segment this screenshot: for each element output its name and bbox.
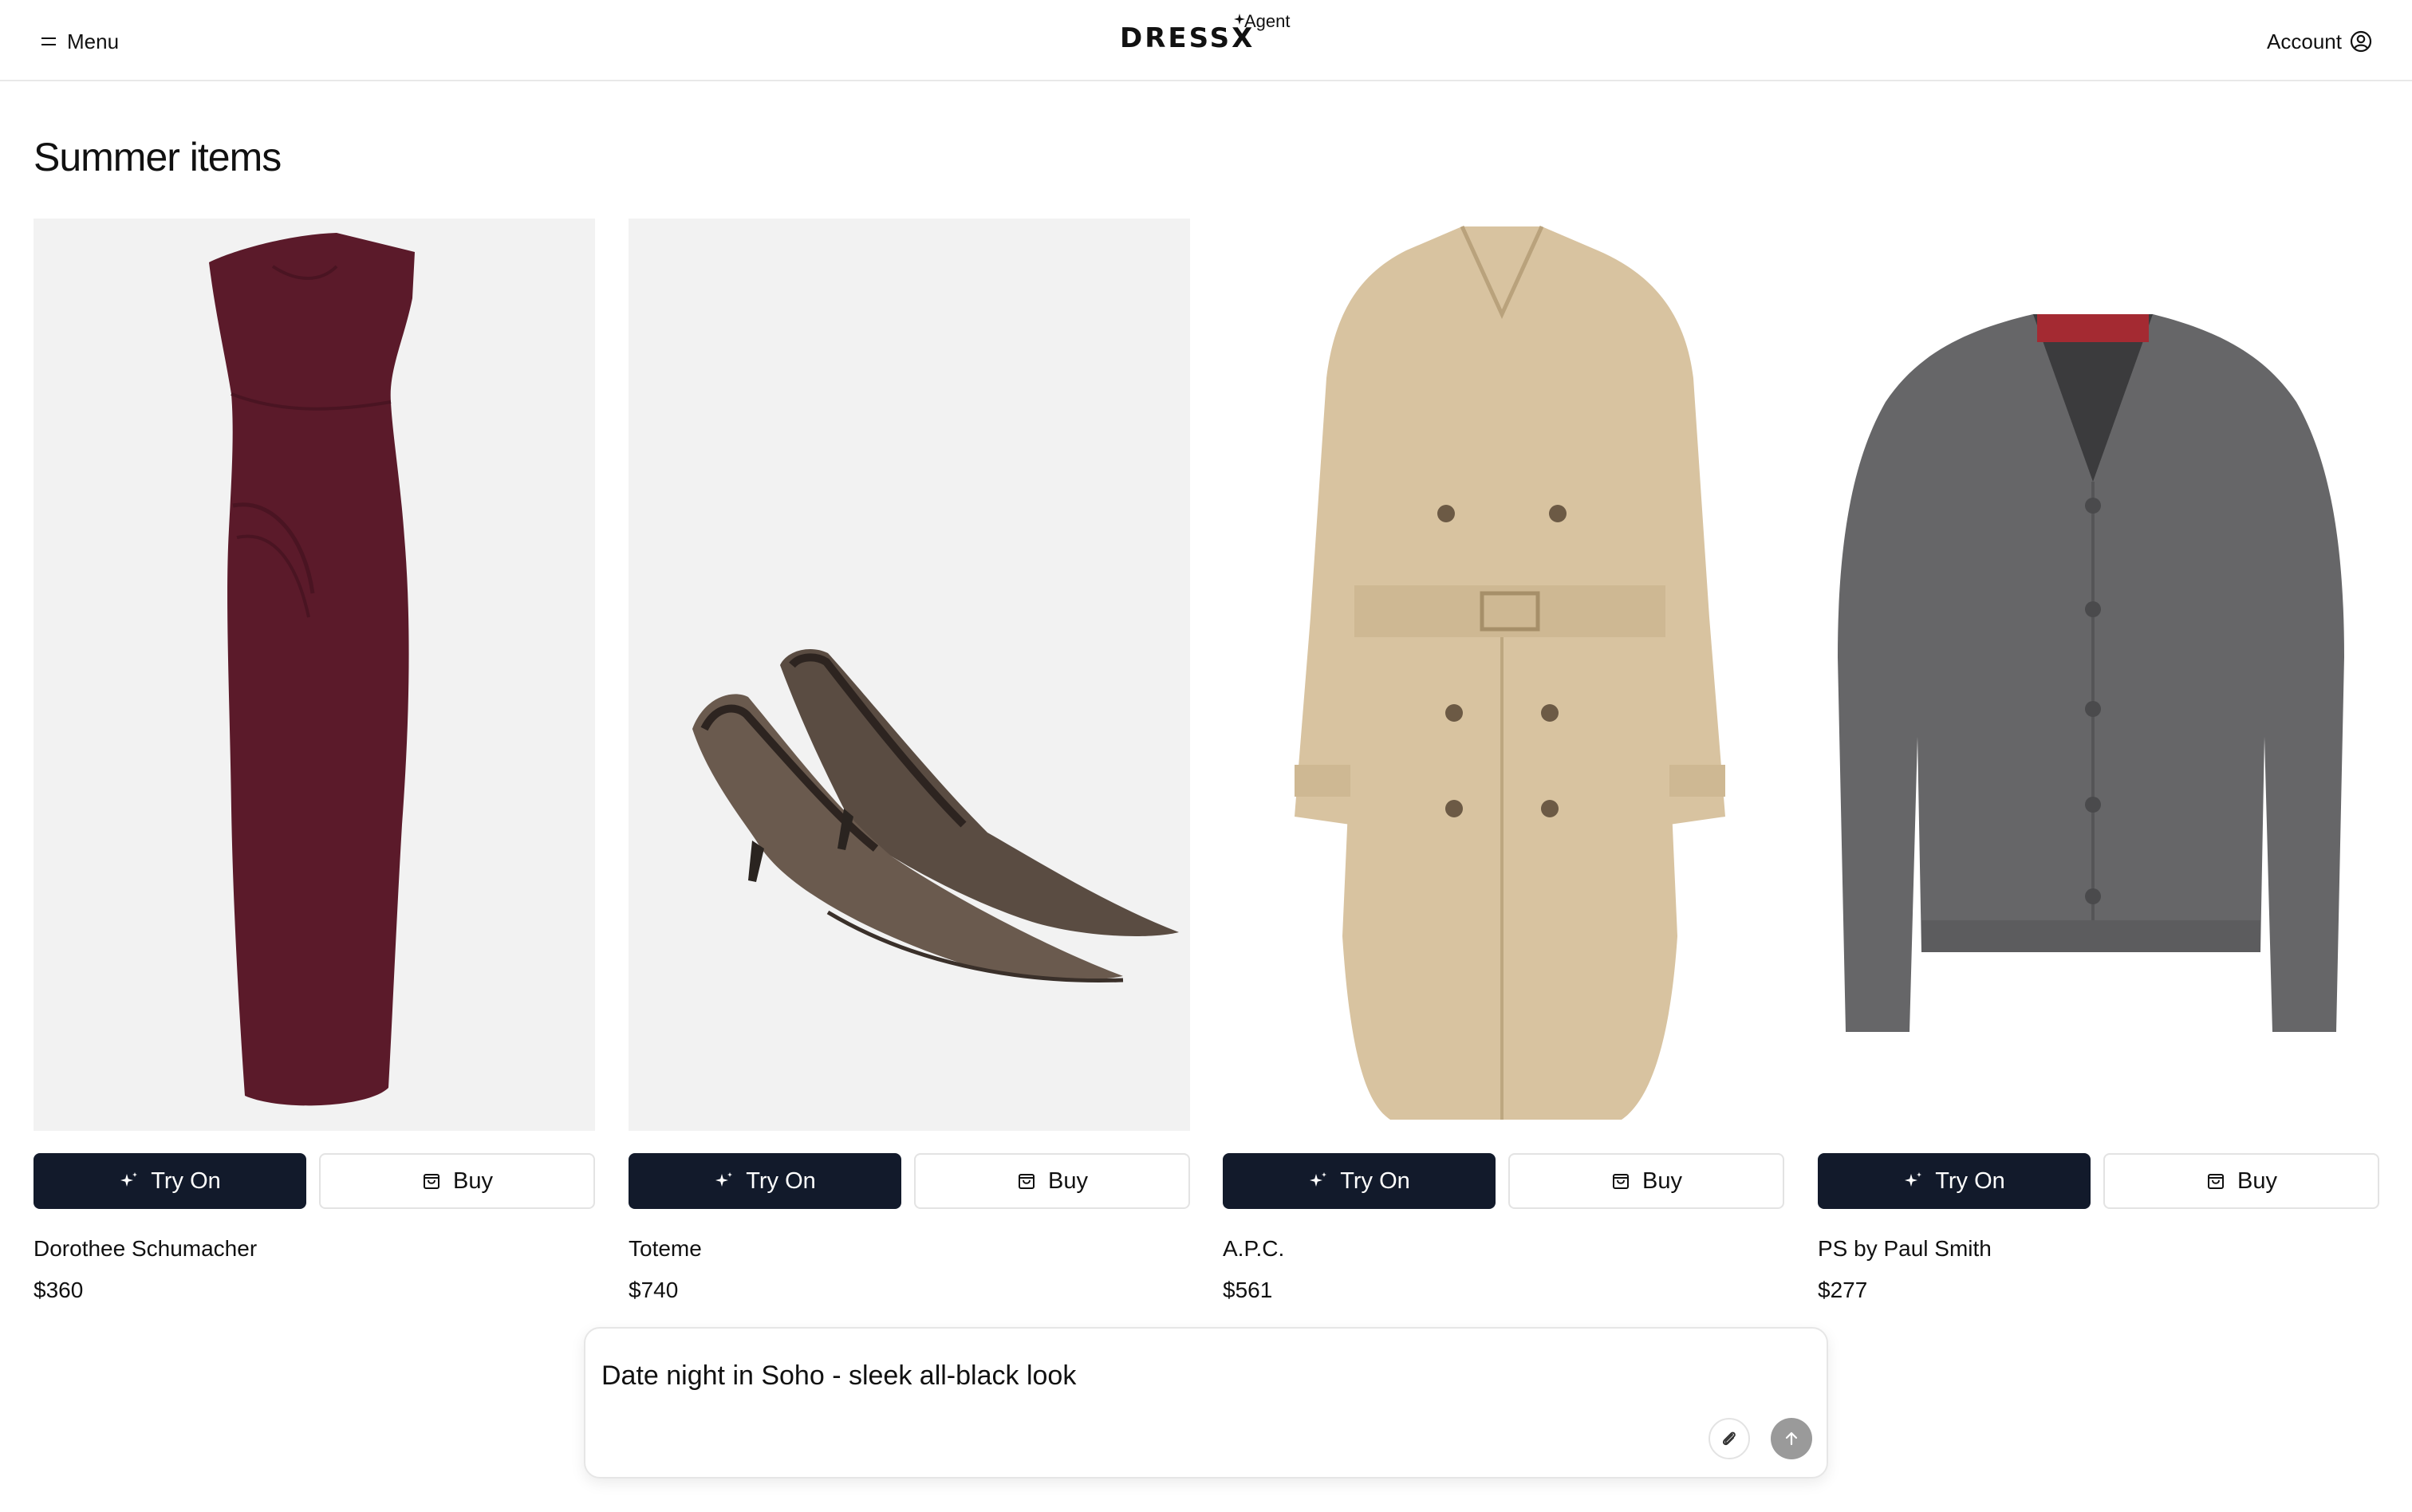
send-button[interactable] bbox=[1771, 1418, 1812, 1459]
sparkle-icon bbox=[715, 1172, 733, 1187]
paperclip-icon bbox=[1722, 1431, 1736, 1446]
menu-button[interactable]: Menu bbox=[40, 26, 119, 57]
trench-coat-illustration bbox=[1295, 225, 1725, 1120]
buy-label: Buy bbox=[1048, 1167, 1088, 1194]
try-on-label: Try On bbox=[746, 1167, 816, 1194]
product-image-cardigan[interactable] bbox=[1818, 219, 2379, 1131]
logo-text: DRESSX bbox=[1120, 22, 1255, 54]
product-card: Try On Buy PS by Paul Smith $277 bbox=[1818, 219, 2379, 1303]
account-label: Account bbox=[2267, 29, 2342, 53]
sparkle-icon bbox=[1310, 1172, 1327, 1187]
logo-agent-label: Agent bbox=[1244, 11, 1291, 31]
product-image-trench-coat[interactable] bbox=[1223, 219, 1784, 1131]
try-on-label: Try On bbox=[1935, 1167, 2005, 1194]
arrow-up-icon bbox=[1785, 1431, 1798, 1446]
product-price: $740 bbox=[629, 1278, 679, 1302]
buy-button[interactable]: Buy bbox=[914, 1153, 1190, 1209]
product-card: Try On Buy Toteme $740 bbox=[629, 219, 1190, 1303]
buy-button[interactable]: Buy bbox=[1508, 1153, 1784, 1209]
dress-illustration bbox=[209, 233, 415, 1106]
attach-button[interactable] bbox=[1708, 1418, 1750, 1459]
try-on-label: Try On bbox=[1340, 1167, 1410, 1194]
product-image-dress[interactable] bbox=[34, 219, 595, 1131]
user-circle-icon bbox=[2350, 30, 2372, 53]
shopping-bag-icon bbox=[2208, 1174, 2224, 1189]
product-brand: Dorothee Schumacher bbox=[34, 1236, 258, 1261]
try-on-button[interactable]: Try On bbox=[1818, 1153, 2091, 1209]
prompt-text[interactable]: Date night in Soho - sleek all-black loo… bbox=[601, 1360, 1076, 1392]
buy-button[interactable]: Buy bbox=[2103, 1153, 2379, 1209]
buy-label: Buy bbox=[1642, 1167, 1682, 1194]
top-header: Menu DRESSX Agent Account bbox=[0, 0, 2412, 81]
product-card: Try On Buy A.P.C. $561 bbox=[1223, 219, 1784, 1303]
shoes-illustration bbox=[692, 649, 1179, 982]
product-price: $360 bbox=[34, 1278, 84, 1302]
try-on-button[interactable]: Try On bbox=[34, 1153, 306, 1209]
shopping-bag-icon bbox=[1613, 1174, 1629, 1189]
section-title: Summer items bbox=[34, 135, 282, 179]
product-price: $561 bbox=[1223, 1278, 1273, 1302]
sparkle-icon bbox=[120, 1172, 138, 1187]
dressx-logo[interactable]: DRESSX Agent bbox=[1120, 11, 1295, 59]
product-brand: A.P.C. bbox=[1223, 1236, 1285, 1261]
menu-label: Menu bbox=[67, 29, 120, 53]
buy-label: Buy bbox=[2237, 1167, 2277, 1194]
shopping-bag-icon bbox=[1019, 1174, 1035, 1189]
menu-icon bbox=[41, 37, 56, 45]
try-on-label: Try On bbox=[151, 1167, 221, 1194]
product-image-shoes[interactable] bbox=[629, 219, 1190, 1131]
buy-label: Buy bbox=[453, 1167, 493, 1194]
shopping-bag-icon bbox=[424, 1174, 439, 1189]
account-button[interactable]: Account bbox=[2267, 26, 2372, 57]
prompt-input[interactable]: Date night in Soho - sleek all-black loo… bbox=[584, 1327, 1828, 1479]
product-card: Try On Buy Dorothee Schumacher $360 bbox=[34, 219, 595, 1303]
product-brand: Toteme bbox=[629, 1236, 702, 1261]
sparkle-icon bbox=[1905, 1172, 1922, 1187]
cardigan-illustration bbox=[1838, 314, 2344, 1032]
try-on-button[interactable]: Try On bbox=[1223, 1153, 1496, 1209]
product-price: $277 bbox=[1818, 1278, 1868, 1302]
try-on-button[interactable]: Try On bbox=[629, 1153, 901, 1209]
buy-button[interactable]: Buy bbox=[319, 1153, 595, 1209]
product-brand: PS by Paul Smith bbox=[1818, 1236, 1992, 1261]
